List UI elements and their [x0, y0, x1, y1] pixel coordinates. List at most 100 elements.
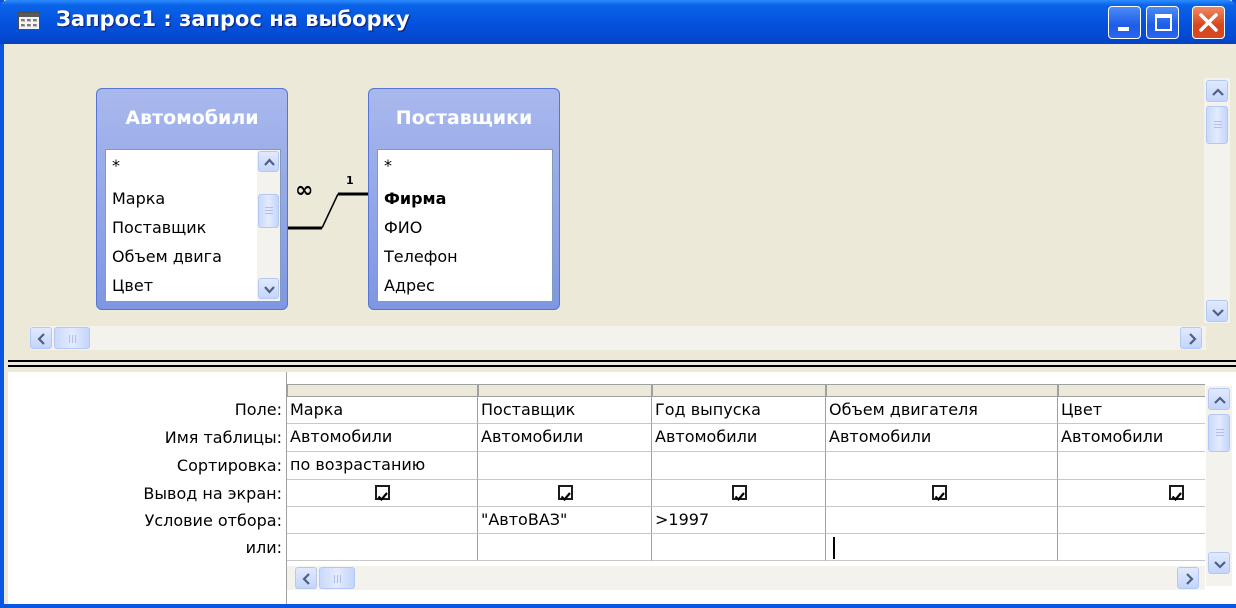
scroll-up-button[interactable] [1206, 80, 1228, 102]
field-item-key[interactable]: Фирма [384, 189, 446, 208]
scroll-up-button[interactable] [1208, 388, 1230, 410]
field-item[interactable]: Объем двига [112, 247, 222, 266]
grid-cell-show[interactable] [478, 480, 652, 507]
grid-cell-sort[interactable] [478, 452, 652, 480]
relationship-join-line[interactable] [288, 164, 378, 244]
design-grid-pane[interactable]: Поле: Имя таблицы: Сортировка: Вывод на … [8, 372, 1236, 604]
row-label-field: Поле: [234, 400, 282, 419]
scroll-right-button[interactable] [1180, 327, 1202, 349]
one-side-label: 1 [346, 174, 354, 187]
grid-cell-show[interactable] [287, 480, 478, 507]
grid-cell-table[interactable]: Автомобили [1058, 424, 1205, 452]
minimize-button[interactable] [1108, 6, 1141, 39]
table-postavshchiki[interactable]: Поставщики * Фирма ФИО Телефон Адрес [368, 88, 560, 310]
grid-cell-field[interactable]: Поставщик [478, 397, 652, 424]
checkbox-checked[interactable] [932, 485, 947, 502]
column-selector[interactable] [478, 384, 652, 397]
scroll-down-button[interactable] [258, 278, 279, 299]
pane-splitter[interactable] [8, 356, 1236, 372]
query-datasheet-icon[interactable] [18, 12, 40, 30]
table-title[interactable]: Автомобили [97, 107, 287, 129]
grid-cell-table[interactable]: Автомобили [287, 424, 478, 452]
scroll-thumb[interactable] [319, 567, 355, 589]
close-icon [1199, 13, 1218, 32]
grid-cell-show[interactable] [826, 480, 1058, 507]
chevron-up-icon [264, 158, 275, 166]
grid-cell-table[interactable]: Автомобили [826, 424, 1058, 452]
grid-cell-field[interactable]: Марка [287, 397, 478, 424]
table-title[interactable]: Поставщики [369, 107, 559, 129]
scroll-left-button[interactable] [30, 327, 52, 349]
grid-cell-table[interactable]: Автомобили [652, 424, 826, 452]
grid-cell-or[interactable] [287, 534, 478, 561]
grid-vertical-scrollbar[interactable] [1206, 386, 1232, 586]
field-list[interactable]: * Марка Поставщик Объем двига Цвет [105, 149, 281, 302]
field-item[interactable]: ФИО [384, 218, 422, 237]
grid-cell-sort[interactable]: по возрастанию [287, 452, 478, 480]
checkmark-icon [377, 492, 388, 502]
column-selector[interactable] [826, 384, 1058, 397]
scroll-thumb[interactable] [1208, 414, 1230, 452]
grid-cell-or[interactable] [652, 534, 826, 561]
scroll-thumb[interactable] [1206, 106, 1228, 144]
grid-cell-criteria[interactable] [287, 507, 478, 534]
field-item[interactable]: * [112, 156, 120, 175]
grid-cell-field[interactable]: Объем двигателя [826, 397, 1058, 424]
grid-cell-criteria[interactable]: >1997 [652, 507, 826, 534]
scroll-thumb[interactable] [54, 327, 90, 349]
field-item[interactable]: Марка [112, 189, 165, 208]
upper-horizontal-scrollbar[interactable] [30, 326, 1206, 350]
scroll-up-button[interactable] [258, 151, 279, 172]
row-label-or: или: [245, 538, 282, 557]
row-label-sort: Сортировка: [176, 456, 282, 475]
grid-cell-or[interactable] [826, 534, 1058, 561]
grid-cell-or[interactable] [1058, 534, 1205, 561]
column-selector[interactable] [652, 384, 826, 397]
column-selector[interactable] [1058, 384, 1205, 397]
grid-cell-show[interactable] [1058, 480, 1205, 507]
grid-cell-sort[interactable] [1058, 452, 1205, 480]
grid-cell-show[interactable] [652, 480, 826, 507]
grid-cell-field[interactable]: Цвет [1058, 397, 1205, 424]
text-caret [833, 537, 835, 559]
field-item[interactable]: Поставщик [112, 218, 206, 237]
field-item[interactable]: Адрес [384, 276, 435, 295]
checkbox-checked[interactable] [732, 485, 747, 502]
field-item[interactable]: * [384, 156, 392, 175]
upper-vertical-scrollbar[interactable] [1204, 78, 1230, 323]
row-label-criteria: Условие отбора: [144, 511, 282, 530]
title-bar[interactable]: Запрос1 : запрос на выборку [0, 0, 1236, 44]
checkmark-icon [934, 492, 945, 502]
field-item[interactable]: Цвет [112, 276, 153, 295]
grid-cell-criteria[interactable] [1058, 507, 1205, 534]
scroll-down-button[interactable] [1206, 300, 1228, 322]
row-label-table: Имя таблицы: [164, 428, 282, 447]
query-grid[interactable]: Марка Автомобили по возрастанию Поставщи… [286, 372, 1205, 604]
checkbox-checked[interactable] [1169, 485, 1184, 502]
scroll-down-button[interactable] [1208, 552, 1230, 574]
grid-horizontal-scrollbar[interactable] [287, 566, 1205, 590]
grid-cell-criteria[interactable]: "АвтоВАЗ" [478, 507, 652, 534]
scroll-thumb[interactable] [258, 194, 279, 228]
many-side-label: ∞ [295, 178, 314, 203]
window-title: Запрос1 : запрос на выборку [56, 7, 410, 31]
query-window: Запрос1 : запрос на выборку Автомобили *… [0, 0, 1236, 608]
grid-cell-sort[interactable] [652, 452, 826, 480]
grid-cell-table[interactable]: Автомобили [478, 424, 652, 452]
column-selector[interactable] [287, 384, 478, 397]
checkbox-checked[interactable] [375, 485, 390, 502]
field-list[interactable]: * Фирма ФИО Телефон Адрес [377, 149, 553, 302]
field-item[interactable]: Телефон [384, 247, 458, 266]
close-button[interactable] [1192, 6, 1225, 39]
field-list-scrollbar[interactable] [257, 150, 280, 301]
grid-cell-field[interactable]: Год выпуска [652, 397, 826, 424]
maximize-button[interactable] [1146, 6, 1179, 39]
table-avtomobili[interactable]: Автомобили * Марка Поставщик Объем двига… [96, 88, 288, 310]
grid-cell-or[interactable] [478, 534, 652, 561]
table-design-pane[interactable]: Автомобили * Марка Поставщик Объем двига… [8, 44, 1236, 356]
scroll-right-button[interactable] [1177, 567, 1199, 589]
grid-cell-sort[interactable] [826, 452, 1058, 480]
scroll-left-button[interactable] [295, 567, 317, 589]
checkbox-checked[interactable] [558, 485, 573, 502]
grid-cell-criteria[interactable] [826, 507, 1058, 534]
